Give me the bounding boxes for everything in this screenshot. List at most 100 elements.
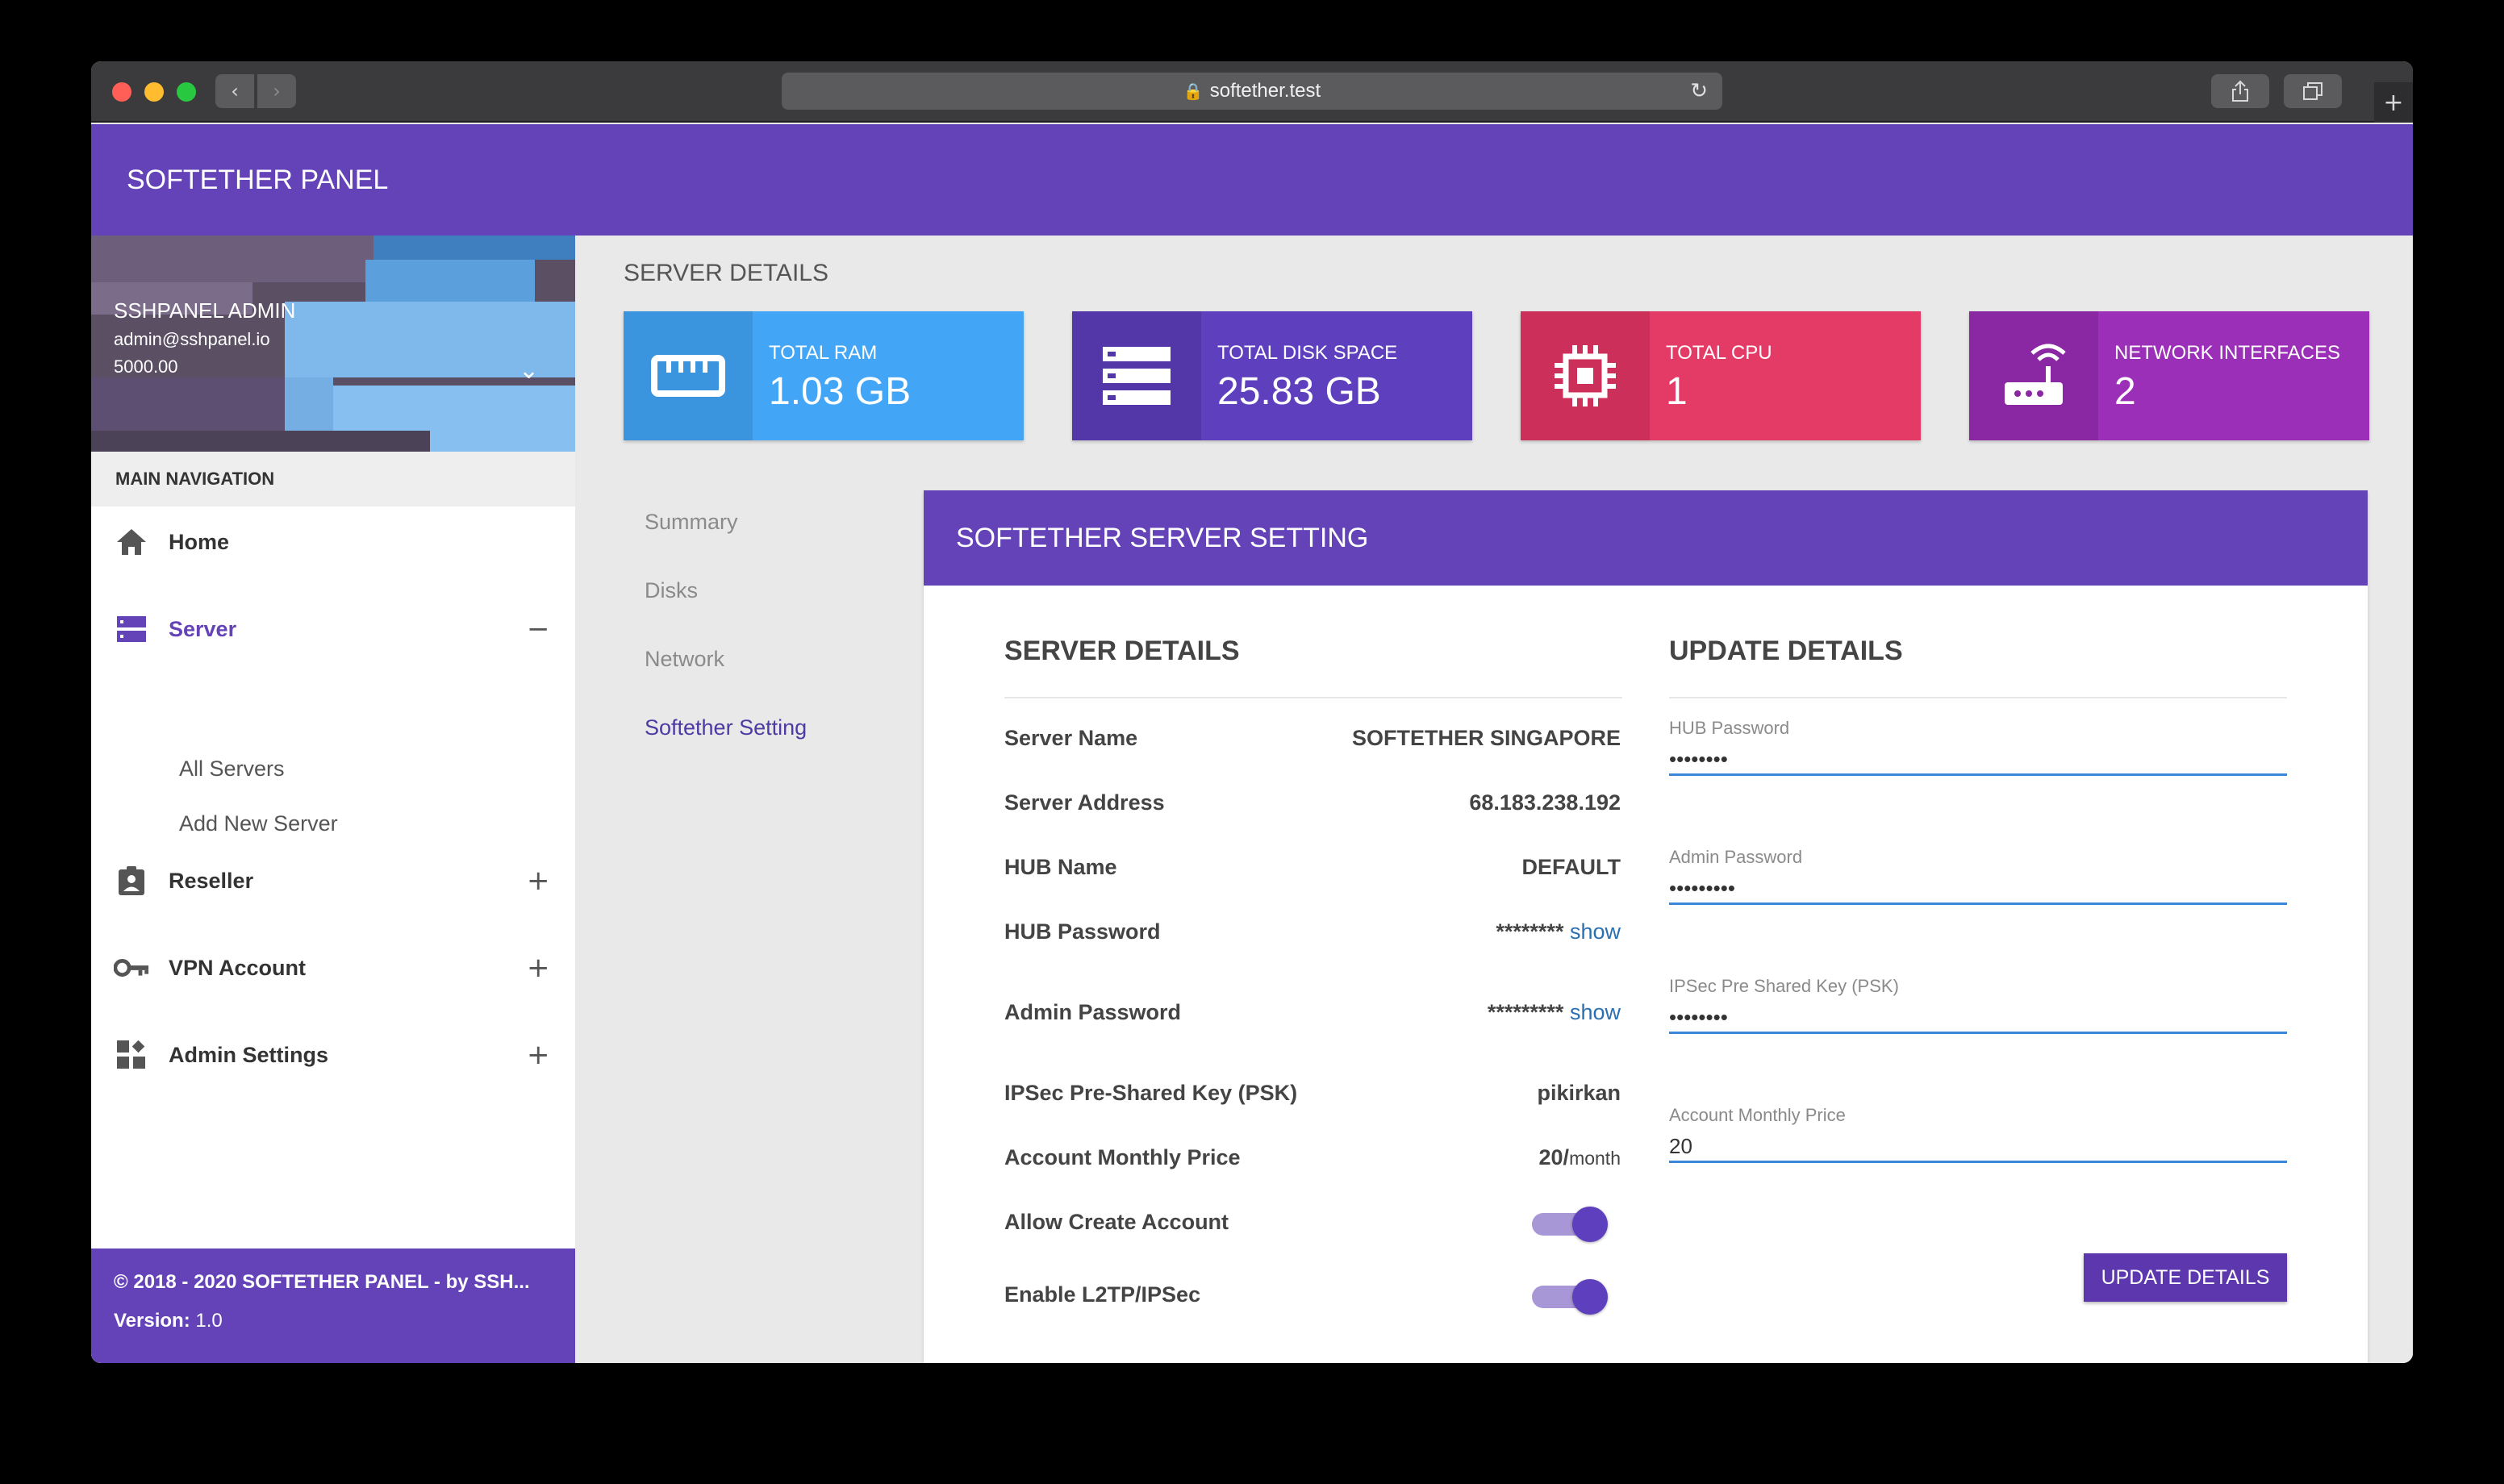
admin-password-input[interactable] xyxy=(1669,874,2287,905)
zoom-window-button[interactable] xyxy=(177,82,196,102)
app-root: SOFTETHER PANEL SSHPANEL ADMIN admin@ssh… xyxy=(91,124,2413,1363)
reload-icon[interactable]: ↻ xyxy=(1690,79,1708,103)
cpu-icon xyxy=(1521,311,1650,440)
update-details-button[interactable]: UPDATE DETAILS xyxy=(2084,1253,2287,1302)
tab-overview-button[interactable] xyxy=(2284,74,2342,108)
sidebar-footer: © 2018 - 2020 SOFTETHER PANEL - by SSH..… xyxy=(91,1248,575,1363)
enable-l2tp-toggle[interactable] xyxy=(1532,1279,1608,1315)
sidebar-item-label: Reseller xyxy=(169,868,254,893)
page-title: SERVER DETAILS xyxy=(624,260,828,286)
update-details-title: UPDATE DETAILS xyxy=(1669,636,1903,666)
close-window-button[interactable] xyxy=(112,82,131,102)
sidebar-item-admin-settings[interactable]: Admin Settings + xyxy=(91,1024,575,1086)
row-value-admin-password: ********* show xyxy=(1488,1000,1621,1025)
sidebar-item-label: Admin Settings xyxy=(169,1042,329,1067)
stat-value: 25.83 GB xyxy=(1217,370,1381,413)
stat-text: NETWORK INTERFACES 2 xyxy=(2098,311,2340,440)
tab-disks[interactable]: Disks xyxy=(645,578,807,603)
sidebar-subitem-all-servers[interactable]: All Servers xyxy=(179,757,285,782)
profile-name: SSHPANEL ADMIN xyxy=(114,298,296,323)
tab-softether-setting[interactable]: Softether Setting xyxy=(645,715,807,740)
show-hub-password-link[interactable]: show xyxy=(1570,919,1621,944)
new-tab-button[interactable]: + xyxy=(2374,82,2413,123)
sidebar-item-label: VPN Account xyxy=(169,955,307,980)
forward-button[interactable]: › xyxy=(257,74,296,108)
sidebar-item-reseller[interactable]: Reseller + xyxy=(91,850,575,911)
reseller-icon xyxy=(114,863,149,898)
row-label-server-address: Server Address xyxy=(1004,790,1165,815)
hub-password-field: HUB Password xyxy=(1669,718,2287,776)
stat-text: TOTAL RAM 1.03 GB xyxy=(753,311,911,440)
card-header: SOFTETHER SERVER SETTING xyxy=(924,490,2368,586)
sidebar-subitem-add-new-server[interactable]: Add New Server xyxy=(179,811,338,836)
field-label: Account Monthly Price xyxy=(1669,1105,1846,1125)
copyright-text: © 2018 - 2020 SOFTETHER PANEL - by SSH..… xyxy=(114,1271,530,1293)
profile-bg-shape xyxy=(91,431,430,452)
sidebar-item-vpn-account[interactable]: VPN Account + xyxy=(91,937,575,998)
divider xyxy=(1004,697,1622,698)
psk-field: IPSec Pre Shared Key (PSK) xyxy=(1669,976,2287,1034)
version-label: Version: xyxy=(114,1310,190,1332)
allow-create-account-toggle[interactable] xyxy=(1532,1207,1608,1242)
row-label-psk: IPSec Pre-Shared Key (PSK) xyxy=(1004,1081,1298,1105)
monthly-price-amount: 20/ xyxy=(1538,1145,1570,1169)
key-icon xyxy=(114,950,149,986)
softether-setting-card: SOFTETHER SERVER SETTING SERVER DETAILS … xyxy=(924,490,2368,1363)
monthly-price-field: Account Monthly Price xyxy=(1669,1105,2287,1163)
stat-text: TOTAL DISK SPACE 25.83 GB xyxy=(1201,311,1397,440)
browser-window: ‹ › 🔒 softether.test ↻ + SOFTETHER PANEL xyxy=(91,61,2413,1363)
back-button[interactable]: ‹ xyxy=(215,74,254,108)
server-details-title: SERVER DETAILS xyxy=(1004,636,1240,666)
field-label: HUB Password xyxy=(1669,718,1790,738)
stat-card-network: NETWORK INTERFACES 2 xyxy=(1969,311,2369,440)
tab-network[interactable]: Network xyxy=(645,647,807,672)
sidebar-item-label: Server xyxy=(169,616,237,641)
widgets-icon xyxy=(114,1037,149,1073)
monthly-price-input[interactable] xyxy=(1669,1132,2287,1163)
profile-bg-shape xyxy=(365,260,535,302)
stat-text: TOTAL CPU 1 xyxy=(1650,311,1772,440)
monthly-price-unit: month xyxy=(1569,1148,1621,1169)
tabs-icon xyxy=(2303,82,2322,100)
address-bar[interactable]: 🔒 softether.test ↻ xyxy=(782,73,1722,110)
toggle-knob xyxy=(1572,1279,1608,1315)
expand-icon[interactable]: + xyxy=(527,1039,550,1071)
profile-balance: 5000.00 xyxy=(114,356,178,377)
row-label-enable-l2tp: Enable L2TP/IPSec xyxy=(1004,1282,1201,1307)
field-label: Admin Password xyxy=(1669,847,1803,867)
hub-password-input[interactable] xyxy=(1669,745,2287,776)
stat-value: 2 xyxy=(2114,370,2136,413)
app-title[interactable]: SOFTETHER PANEL xyxy=(127,165,388,196)
show-admin-password-link[interactable]: show xyxy=(1570,1000,1621,1024)
row-value-psk: pikirkan xyxy=(1537,1081,1621,1105)
collapse-icon[interactable]: − xyxy=(527,613,550,645)
version-value: 1.0 xyxy=(195,1310,223,1332)
stat-card-cpu: TOTAL CPU 1 xyxy=(1521,311,1921,440)
expand-icon[interactable]: + xyxy=(527,865,550,897)
share-button[interactable] xyxy=(2211,74,2269,108)
row-label-monthly-price: Account Monthly Price xyxy=(1004,1145,1241,1169)
chevron-right-icon: › xyxy=(273,80,281,102)
masked-hub-password: ******** xyxy=(1496,919,1564,944)
expand-icon[interactable]: + xyxy=(527,952,550,984)
main-content: SERVER DETAILS TOTAL RAM 1.03 GB TOTAL D… xyxy=(575,236,2413,1363)
sidebar-item-label: Home xyxy=(169,529,230,554)
nav-header: MAIN NAVIGATION xyxy=(91,452,575,506)
sidebar-item-home[interactable]: Home xyxy=(91,511,575,573)
chevron-down-icon[interactable]: ⌄ xyxy=(519,356,539,385)
stat-value: 1 xyxy=(1666,370,1688,413)
profile-bg-shape xyxy=(91,236,374,282)
minimize-window-button[interactable] xyxy=(144,82,164,102)
profile-email: admin@sshpanel.io xyxy=(114,329,270,349)
url-text: softether.test xyxy=(1209,80,1321,102)
stat-label: TOTAL RAM xyxy=(769,342,878,364)
psk-input[interactable] xyxy=(1669,1003,2287,1034)
ram-icon xyxy=(624,311,753,440)
sidebar: SSHPANEL ADMIN admin@sshpanel.io 5000.00… xyxy=(91,236,575,1363)
toggle-knob xyxy=(1572,1207,1608,1242)
tab-summary[interactable]: Summary xyxy=(645,510,807,535)
storage-icon xyxy=(1072,311,1201,440)
sidebar-item-server[interactable]: Server − xyxy=(91,598,575,660)
stat-value: 1.03 GB xyxy=(769,370,912,413)
row-value-monthly-price: 20/month xyxy=(1539,1145,1621,1170)
